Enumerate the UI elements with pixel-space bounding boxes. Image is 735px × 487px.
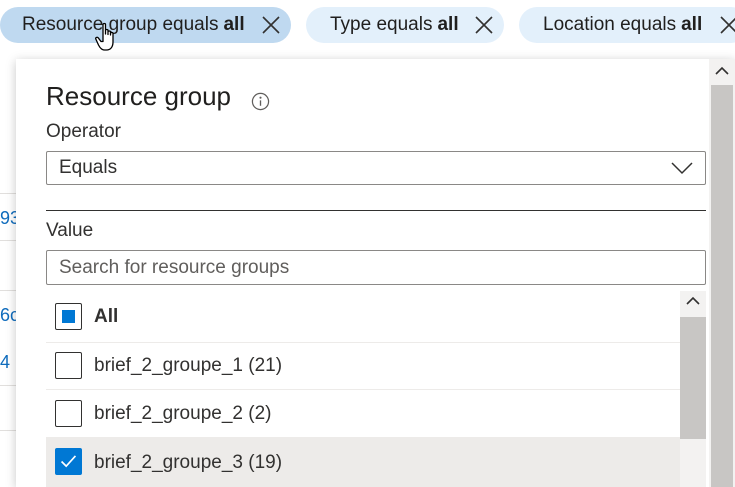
background-divider (0, 290, 16, 291)
background-divider (0, 385, 16, 386)
filter-pill-value: all (437, 14, 459, 35)
list-scrollbar[interactable] (680, 291, 706, 487)
chevron-up-icon[interactable] (714, 66, 730, 76)
resource-group-filter-panel: Resource group Operator Equals Value All… (16, 59, 735, 487)
filter-pill-label: Type equals (330, 14, 433, 35)
chevron-up-icon[interactable] (685, 296, 701, 306)
chevron-down-icon (671, 162, 693, 175)
close-icon[interactable] (719, 15, 735, 35)
checkbox[interactable] (55, 352, 82, 379)
checkmark-icon (60, 455, 77, 468)
panel-scrollbar[interactable] (709, 59, 735, 487)
hand-cursor-icon (95, 22, 114, 51)
filter-pill-value: all (681, 14, 703, 35)
filter-pill-type[interactable]: Type equals all (306, 7, 504, 43)
operator-selected-value: Equals (59, 157, 118, 178)
section-divider (46, 210, 706, 211)
list-item-label: brief_2_groupe_3 (19) (94, 451, 283, 473)
list-item-label: brief_2_groupe_1 (21) (94, 355, 283, 376)
operator-select[interactable]: Equals (46, 151, 706, 185)
list-item[interactable]: brief_2_groupe_2 (2) (46, 390, 680, 438)
background-divider (0, 193, 16, 194)
panel-title: Resource group (46, 81, 231, 111)
background-link-fragment: 4 (0, 352, 11, 372)
filter-pill-location[interactable]: Location equals all (519, 7, 735, 43)
scrollbar-thumb[interactable] (680, 317, 706, 439)
filter-pill-label: Resource group equals (22, 14, 219, 35)
background-divider (0, 240, 16, 241)
list-item-label: brief_2_groupe_2 (2) (94, 402, 272, 424)
filter-pill-value: all (223, 14, 245, 35)
background-divider (0, 430, 16, 431)
checkbox[interactable] (55, 400, 82, 427)
filter-pill-label: Location equals (543, 14, 677, 35)
close-icon[interactable] (261, 15, 281, 35)
value-label: Value (46, 220, 94, 241)
filter-pill-resource-group[interactable]: Resource group equals all (0, 7, 291, 43)
list-item[interactable]: brief_2_groupe_1 (21) (46, 343, 680, 390)
operator-label: Operator (46, 121, 121, 142)
list-item-label: All (94, 305, 119, 327)
checkbox[interactable] (55, 303, 82, 330)
close-icon[interactable] (474, 15, 494, 35)
resource-group-search-input[interactable] (46, 250, 706, 285)
resource-group-list: All brief_2_groupe_1 (21) brief_2_groupe… (46, 291, 680, 487)
checkbox[interactable] (55, 448, 82, 475)
list-item-all[interactable]: All (46, 291, 680, 343)
info-icon[interactable] (251, 92, 270, 111)
scrollbar-thumb[interactable] (711, 85, 733, 487)
list-item[interactable]: brief_2_groupe_3 (19) (46, 438, 680, 487)
